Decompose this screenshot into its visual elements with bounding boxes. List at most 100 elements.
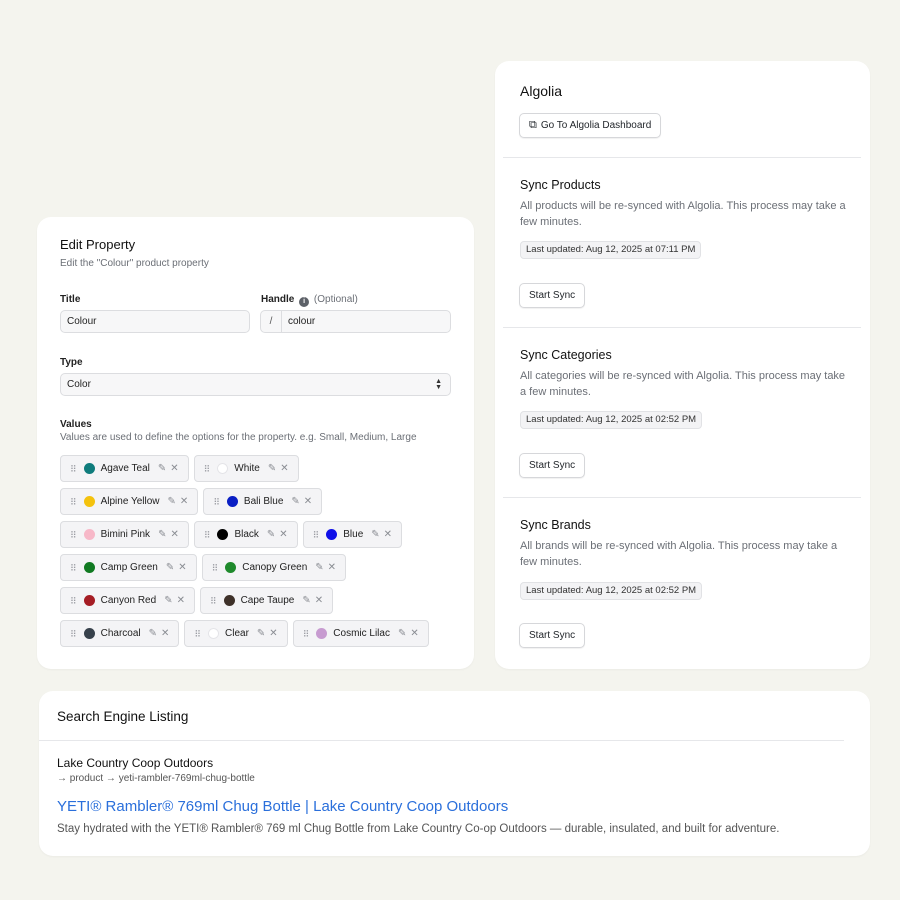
- value-label: Clear: [225, 628, 249, 639]
- close-icon[interactable]: ✕: [280, 463, 288, 474]
- color-swatch: [83, 562, 95, 573]
- edit-icon[interactable]: ✎: [291, 496, 299, 507]
- select-arrows-icon: ▲ ▼: [435, 378, 442, 391]
- close-icon[interactable]: ✕: [180, 496, 188, 507]
- handle-input[interactable]: / colour: [260, 310, 451, 333]
- drag-handle-icon[interactable]: ⠿: [210, 596, 217, 605]
- value-chip[interactable]: ⠿ Camp Green ✎ ✕: [60, 554, 197, 581]
- edit-icon[interactable]: ✎: [158, 463, 166, 474]
- go-to-dashboard-button[interactable]: ⧉ Go To Algolia Dashboard: [519, 113, 662, 138]
- edit-icon[interactable]: ✎: [149, 628, 157, 639]
- close-icon[interactable]: ✕: [410, 628, 418, 639]
- edit-icon[interactable]: ✎: [164, 595, 172, 606]
- edit-icon[interactable]: ✎: [398, 628, 406, 639]
- drag-handle-icon[interactable]: ⠿: [204, 530, 211, 539]
- algolia-title: Algolia: [520, 83, 563, 99]
- value-label: Blue: [343, 529, 364, 540]
- value-chip[interactable]: ⠿ Clear ✎ ✕: [184, 620, 288, 647]
- values-row: ⠿ Alpine Yellow ✎ ✕ ⠿ Bali Blue ✎ ✕: [60, 488, 460, 515]
- info-icon[interactable]: i: [299, 297, 310, 307]
- type-label: Type: [60, 357, 83, 368]
- edit-icon[interactable]: ✎: [371, 529, 379, 540]
- drag-handle-icon[interactable]: ⠿: [213, 497, 220, 506]
- drag-handle-icon[interactable]: ⠿: [194, 629, 201, 638]
- value-chip[interactable]: ⠿ Cosmic Lilac ✎ ✕: [292, 620, 429, 647]
- sync-brands-desc: All brands will be re-synced with Algoli…: [520, 540, 838, 568]
- close-icon[interactable]: ✕: [269, 628, 277, 639]
- sync-brands-start-button[interactable]: Start Sync: [519, 623, 586, 648]
- search-engine-listing-card: Search Engine Listing Lake Country Coop …: [39, 691, 870, 856]
- type-value: Color: [67, 379, 91, 390]
- values-row: ⠿ Canyon Red ✎ ✕ ⠿ Cape Taupe ✎ ✕: [60, 587, 460, 614]
- type-select[interactable]: Color ▲ ▼: [60, 373, 451, 396]
- value-chip[interactable]: ⠿ Cape Taupe ✎ ✕: [199, 587, 334, 614]
- sync-categories-start-button[interactable]: Start Sync: [519, 453, 586, 478]
- handle-value: colour: [288, 316, 316, 327]
- color-swatch: [316, 628, 328, 639]
- value-chip[interactable]: ⠿ Canyon Red ✎ ✕: [60, 587, 195, 614]
- edit-icon[interactable]: ✎: [168, 496, 176, 507]
- sync-products-desc: All products will be re-synced with Algo…: [520, 200, 846, 228]
- drag-handle-icon[interactable]: ⠿: [212, 563, 219, 572]
- divider: [39, 740, 844, 741]
- edit-icon[interactable]: ✎: [302, 595, 310, 606]
- close-icon[interactable]: ✕: [170, 529, 178, 540]
- drag-handle-icon[interactable]: ⠿: [70, 563, 77, 572]
- handle-prefix: /: [261, 311, 282, 332]
- close-icon[interactable]: ✕: [279, 529, 287, 540]
- close-icon[interactable]: ✕: [315, 595, 323, 606]
- value-chip[interactable]: ⠿ Blue ✎ ✕: [302, 521, 403, 548]
- title-label: Title: [60, 294, 81, 305]
- edit-icon[interactable]: ✎: [257, 628, 265, 639]
- color-swatch: [217, 529, 229, 540]
- close-icon[interactable]: ✕: [177, 595, 185, 606]
- algolia-card: Algolia ⧉ Go To Algolia Dashboard Sync Pr…: [495, 61, 870, 669]
- value-chip[interactable]: ⠿ Alpine Yellow ✎ ✕: [60, 488, 199, 515]
- color-swatch: [226, 496, 238, 507]
- sync-products-start-button[interactable]: Start Sync: [519, 283, 586, 308]
- close-icon[interactable]: ✕: [161, 628, 169, 639]
- value-chip[interactable]: ⠿ Black ✎ ✕: [193, 521, 298, 548]
- drag-handle-icon[interactable]: ⠿: [70, 629, 77, 638]
- sync-products-updated-badge: Last updated: Aug 12, 2025 at 07:11 PM: [520, 241, 702, 259]
- value-label: Charcoal: [100, 628, 141, 639]
- divider: [503, 157, 861, 158]
- drag-handle-icon[interactable]: ⠿: [70, 464, 77, 473]
- value-label: Cosmic Lilac: [333, 628, 390, 639]
- edit-icon[interactable]: ✎: [315, 562, 323, 573]
- edit-icon[interactable]: ✎: [268, 463, 276, 474]
- value-label: Camp Green: [100, 562, 158, 573]
- value-chip[interactable]: ⠿ Agave Teal ✎ ✕: [60, 455, 189, 482]
- handle-optional: (Optional): [313, 294, 358, 305]
- value-chip[interactable]: ⠿ Bimini Pink ✎ ✕: [60, 521, 189, 548]
- close-icon[interactable]: ✕: [384, 529, 392, 540]
- edit-icon[interactable]: ✎: [166, 562, 174, 573]
- close-icon[interactable]: ✕: [178, 562, 186, 573]
- close-icon[interactable]: ✕: [170, 463, 178, 474]
- value-chip[interactable]: ⠿ White ✎ ✕: [193, 455, 299, 482]
- seo-store-name: Lake Country Coop Outdoors: [57, 756, 214, 770]
- color-swatch: [326, 529, 338, 540]
- values-help: Values are used to define the options fo…: [60, 432, 417, 443]
- edit-icon[interactable]: ✎: [158, 529, 166, 540]
- drag-handle-icon[interactable]: ⠿: [204, 464, 211, 473]
- sync-brands-updated-badge: Last updated: Aug 12, 2025 at 02:52 PM: [520, 582, 703, 600]
- value-chip[interactable]: ⠿ Charcoal ✎ ✕: [60, 620, 180, 647]
- edit-icon[interactable]: ✎: [267, 529, 275, 540]
- color-swatch: [223, 595, 235, 606]
- close-icon[interactable]: ✕: [304, 496, 312, 507]
- drag-handle-icon[interactable]: ⠿: [70, 596, 77, 605]
- close-icon[interactable]: ✕: [328, 562, 336, 573]
- drag-handle-icon[interactable]: ⠿: [70, 530, 77, 539]
- value-chip[interactable]: ⠿ Bali Blue ✎ ✕: [203, 488, 323, 515]
- drag-handle-icon[interactable]: ⠿: [313, 530, 320, 539]
- seo-url-path: → product → yeti-rambler-769ml-chug-bott…: [57, 773, 255, 784]
- drag-handle-icon[interactable]: ⠿: [70, 497, 77, 506]
- values-row: ⠿ Camp Green ✎ ✕ ⠿ Canopy Green ✎ ✕: [60, 554, 460, 581]
- drag-handle-icon[interactable]: ⠿: [303, 629, 310, 638]
- edit-property-subtitle: Edit the "Colour" product property: [60, 258, 209, 269]
- handle-label: Handle i (Optional): [261, 294, 358, 307]
- title-input[interactable]: Colour: [60, 310, 250, 333]
- seo-page-link[interactable]: YETI® Rambler® 769ml Chug Bottle | Lake …: [57, 798, 508, 815]
- value-chip[interactable]: ⠿ Canopy Green ✎ ✕: [201, 554, 347, 581]
